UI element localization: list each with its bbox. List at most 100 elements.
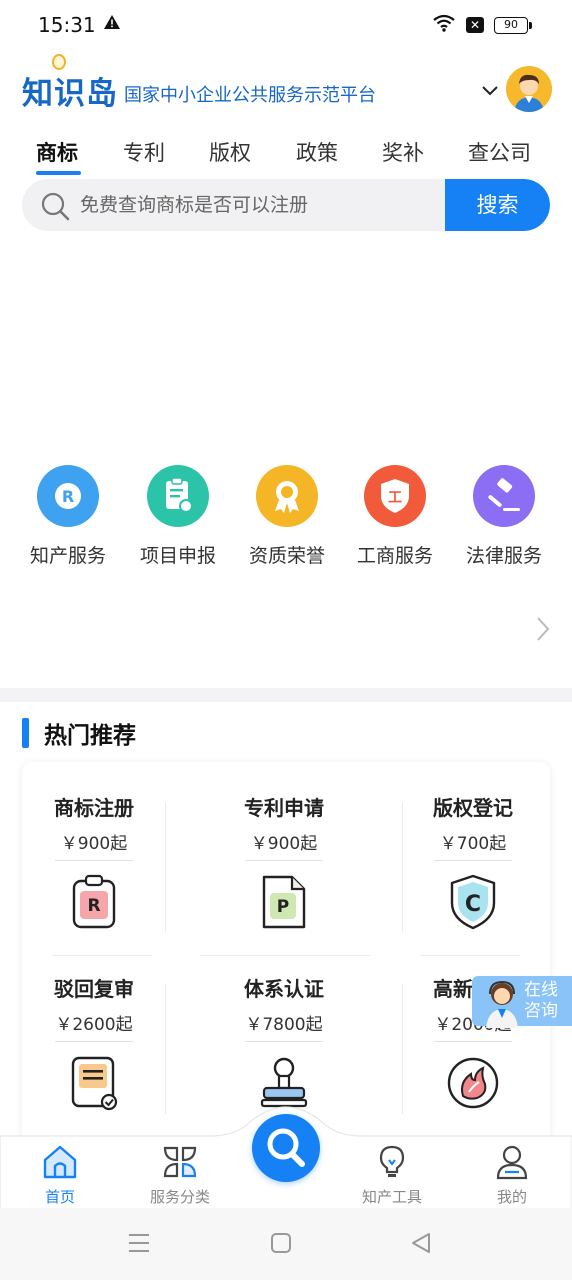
battery-indicator: 90 (494, 16, 532, 34)
header: 知识岛 国家中小企业公共服务示范平台 (0, 54, 572, 126)
section-divider (0, 688, 572, 702)
shield-icon: 工 (364, 465, 426, 527)
status-indicators: ✕ 90 (432, 14, 532, 36)
svg-text:C: C (465, 892, 481, 917)
copyright-shield-icon: C (447, 873, 499, 931)
search-button[interactable]: 搜索 (445, 179, 550, 231)
nav-label: 服务分类 (149, 1188, 210, 1206)
service-label: 资质荣誉 (248, 545, 325, 567)
consult-label-line1: 在线 (524, 980, 558, 1000)
price-underline (245, 1041, 323, 1042)
chevron-right-icon[interactable] (535, 616, 551, 646)
tab-active-indicator (36, 171, 81, 175)
product-price: ￥900起 (60, 834, 128, 854)
nav-label: 首页 (44, 1188, 75, 1206)
app-logo[interactable]: 知识岛 (22, 68, 118, 113)
tab-policy[interactable]: 政策 (296, 137, 338, 167)
status-bar: 15:31 ✕ 90 (0, 0, 572, 52)
svg-text:R: R (62, 487, 74, 506)
online-consult-button[interactable]: 在线 咨询 (472, 976, 572, 1028)
svg-text:工: 工 (388, 490, 402, 506)
service-qualification[interactable]: 资质荣誉 (237, 465, 337, 568)
service-ip[interactable]: R 知产服务 (18, 465, 118, 568)
search-bar: 搜索 (22, 179, 550, 231)
consult-label-line2: 咨询 (524, 1001, 558, 1021)
logo-slogan: 国家中小企业公共服务示范平台 (124, 85, 376, 106)
back-icon[interactable] (410, 1232, 432, 1258)
bottom-nav: 首页 服务分类 知产工具 我的 (0, 1136, 572, 1208)
award-icon (256, 465, 318, 527)
chevron-down-icon[interactable] (481, 82, 499, 101)
nav-label: 我的 (496, 1188, 527, 1206)
registered-r-icon: R (37, 465, 99, 527)
product-price: ￥900起 (250, 834, 318, 854)
service-label: 工商服务 (356, 545, 433, 567)
service-business[interactable]: 工 工商服务 (345, 465, 445, 568)
wifi-icon (432, 14, 456, 36)
price-underline (55, 1041, 133, 1042)
agent-avatar-icon (482, 978, 522, 1028)
tab-copyright[interactable]: 版权 (209, 137, 251, 167)
tab-subsidy[interactable]: 奖补 (382, 137, 424, 167)
price-underline (55, 860, 133, 861)
product-name: 专利申请 (244, 796, 324, 820)
product-name: 驳回复审 (54, 977, 134, 1001)
price-underline (434, 1041, 512, 1042)
nav-profile[interactable]: 我的 (467, 1144, 557, 1207)
app-screen: 15:31 ✕ 90 知识岛 国家中小企业公共服务示范平台 商标 专利 版权 政… (0, 0, 572, 1280)
bulb-icon (379, 1145, 405, 1177)
home-icon (43, 1145, 77, 1179)
product-system-certification[interactable]: 体系认证 ￥7800起 (196, 973, 372, 1112)
sim-off-icon: ✕ (466, 17, 484, 33)
avatar[interactable] (506, 66, 552, 112)
trademark-clipboard-icon: R (68, 873, 120, 931)
product-name: 版权登记 (433, 796, 513, 820)
user-icon (496, 1145, 528, 1180)
consult-label: 在线 咨询 (524, 980, 558, 1022)
tab-company-lookup[interactable]: 查公司 (468, 137, 531, 167)
system-nav-bar (0, 1208, 572, 1280)
service-label: 法律服务 (465, 545, 542, 567)
service-grid: R 知产服务 项目申报 资质荣誉 工 工商服务 法律服务 (0, 465, 572, 575)
product-name: 体系认证 (244, 977, 324, 1001)
service-legal[interactable]: 法律服务 (454, 465, 554, 568)
product-patent-application[interactable]: 专利申请 ￥900起 P (196, 792, 372, 931)
product-price: ￥2600起 (55, 1015, 133, 1035)
product-price: ￥700起 (439, 834, 507, 854)
service-label: 知产服务 (29, 545, 106, 567)
recommend-card: 商标注册 ￥900起 R 专利申请 ￥900起 P 版权登记 ￥700起 C 驳… (22, 762, 550, 1162)
product-price: ￥7800起 (245, 1015, 323, 1035)
patent-document-icon: P (258, 873, 310, 931)
nav-home[interactable]: 首页 (15, 1144, 105, 1207)
service-label: 项目申报 (139, 545, 216, 567)
category-tabs: 商标 专利 版权 政策 奖补 查公司 (0, 137, 572, 181)
tab-patent[interactable]: 专利 (123, 137, 165, 167)
document-icon (147, 465, 209, 527)
search-input[interactable] (80, 179, 440, 231)
nav-ip-tools[interactable]: 知产工具 (347, 1144, 437, 1207)
row-divider (52, 955, 152, 956)
section-title-marker (22, 718, 29, 748)
section-title: 热门推荐 (44, 723, 136, 749)
gavel-icon (473, 465, 535, 527)
price-underline (434, 860, 512, 861)
product-name: 商标注册 (54, 796, 134, 820)
price-underline (245, 860, 323, 861)
alert-icon (103, 14, 121, 34)
home-square-icon[interactable] (270, 1232, 292, 1258)
menu-icon[interactable] (128, 1232, 150, 1258)
svg-text:R: R (87, 896, 100, 916)
category-icon (163, 1146, 197, 1178)
row-divider (420, 955, 520, 956)
row-divider (200, 955, 370, 956)
svg-text:P: P (277, 897, 289, 917)
tab-trademark[interactable]: 商标 (36, 137, 78, 167)
status-time: 15:31 (38, 13, 96, 37)
product-rejection-review[interactable]: 驳回复审 ￥2600起 (6, 973, 182, 1112)
service-project[interactable]: 项目申报 (128, 465, 228, 568)
search-icon (40, 191, 70, 225)
product-copyright-registration[interactable]: 版权登记 ￥700起 C (385, 792, 561, 931)
nav-label: 知产工具 (361, 1188, 422, 1206)
nav-categories[interactable]: 服务分类 (135, 1144, 225, 1207)
product-trademark-registration[interactable]: 商标注册 ￥900起 R (6, 792, 182, 931)
